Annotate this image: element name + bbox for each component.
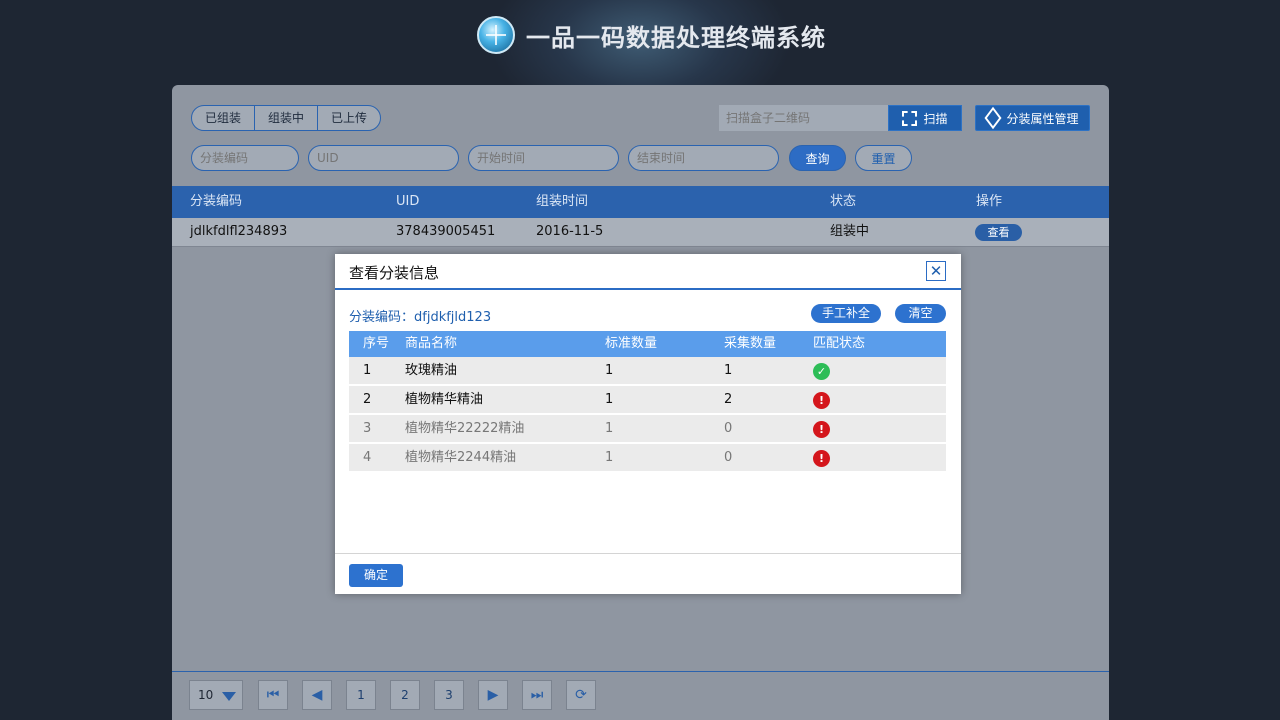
package-info-dialog: 查看分装信息 ✕ 分装编码：dfjdkfjld123 手工补全 清空 序号 商品…	[335, 254, 961, 594]
row-no: 3	[363, 421, 372, 436]
column-header-no: 序号	[363, 336, 390, 351]
row-name: 植物精华22222精油	[405, 421, 525, 436]
check-icon: ✓	[813, 363, 830, 380]
column-header-name: 商品名称	[405, 336, 458, 351]
column-header-got: 采集数量	[724, 336, 777, 351]
close-icon[interactable]: ✕	[926, 261, 946, 281]
row-name: 植物精华精油	[405, 392, 484, 407]
row-std: 1	[605, 450, 614, 465]
row-std: 1	[605, 392, 614, 407]
modal-overlay: 查看分装信息 ✕ 分装编码：dfjdkfjld123 手工补全 清空 序号 商品…	[0, 0, 1280, 720]
column-header-std: 标准数量	[605, 336, 658, 351]
row-name: 玫瑰精油	[405, 363, 458, 378]
row-no: 1	[363, 363, 372, 378]
clear-button[interactable]: 清空	[895, 304, 946, 323]
row-std: 1	[605, 363, 614, 378]
dialog-table-header: 序号 商品名称 标准数量 采集数量 匹配状态	[349, 331, 946, 357]
dialog-footer-divider	[335, 553, 961, 554]
table-row: 4 植物精华2244精油 1 0 !	[349, 444, 946, 472]
error-icon: !	[813, 450, 830, 467]
dialog-header: 查看分装信息 ✕	[335, 254, 961, 290]
table-row: 3 植物精华22222精油 1 0 !	[349, 415, 946, 443]
row-no: 2	[363, 392, 372, 407]
error-icon: !	[813, 392, 830, 409]
row-std: 1	[605, 421, 614, 436]
row-got: 0	[724, 450, 733, 465]
package-code-label: 分装编码：dfjdkfjld123	[349, 310, 492, 325]
row-name: 植物精华2244精油	[405, 450, 517, 465]
row-got: 1	[724, 363, 733, 378]
row-got: 0	[724, 421, 733, 436]
table-row: 2 植物精华精油 1 2 !	[349, 386, 946, 414]
manual-fill-button[interactable]: 手工补全	[811, 304, 881, 323]
row-no: 4	[363, 450, 372, 465]
dialog-title: 查看分装信息	[349, 264, 440, 282]
column-header-match: 匹配状态	[813, 336, 866, 351]
table-row: 1 玫瑰精油 1 1 ✓	[349, 357, 946, 385]
row-got: 2	[724, 392, 733, 407]
confirm-button[interactable]: 确定	[349, 564, 403, 587]
error-icon: !	[813, 421, 830, 438]
